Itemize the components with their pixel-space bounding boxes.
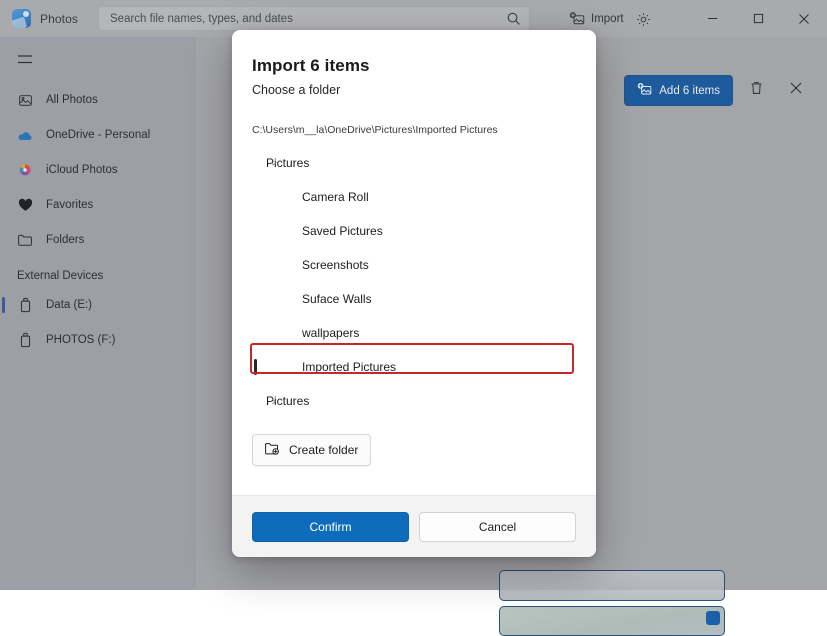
folder-tree: Pictures Camera Roll Saved Pictures Scre… bbox=[252, 146, 576, 418]
confirm-button[interactable]: Confirm bbox=[252, 512, 409, 542]
tree-item-imported-pictures[interactable]: Imported Pictures bbox=[252, 350, 576, 384]
create-folder-button-label: Create folder bbox=[289, 443, 358, 457]
tree-item-wallpapers[interactable]: wallpapers bbox=[252, 316, 576, 350]
tree-item-suface-walls[interactable]: Suface Walls bbox=[252, 282, 576, 316]
chevron-down-icon[interactable] bbox=[266, 159, 280, 168]
tree-item-label: Suface Walls bbox=[302, 292, 372, 306]
chevron-right-icon[interactable] bbox=[266, 397, 280, 406]
selected-checkbox-icon[interactable] bbox=[706, 611, 720, 625]
current-path-label: C:\Users\m__la\OneDrive\Pictures\Importe… bbox=[252, 124, 576, 136]
tree-item-saved-pictures[interactable]: Saved Pictures bbox=[252, 214, 576, 248]
tree-item-screenshots[interactable]: Screenshots bbox=[252, 248, 576, 282]
tree-item-pictures-second[interactable]: Pictures bbox=[252, 384, 576, 418]
dialog-footer: Confirm Cancel bbox=[232, 495, 596, 557]
new-folder-icon bbox=[264, 441, 280, 459]
dialog-title: Import 6 items bbox=[252, 56, 576, 76]
dialog-subtitle: Choose a folder bbox=[252, 83, 576, 97]
tree-item-camera-roll[interactable]: Camera Roll bbox=[252, 180, 576, 214]
tree-item-label: wallpapers bbox=[302, 326, 359, 340]
tree-item-label: Screenshots bbox=[302, 258, 369, 272]
import-folder-dialog: Import 6 items Choose a folder C:\Users\… bbox=[232, 30, 596, 557]
dialog-body: Import 6 items Choose a folder C:\Users\… bbox=[232, 30, 596, 495]
tree-item-label: Imported Pictures bbox=[302, 360, 396, 374]
tree-item-pictures-root[interactable]: Pictures bbox=[252, 146, 576, 180]
photo-thumbnail-card[interactable] bbox=[499, 606, 725, 636]
tree-item-label: Saved Pictures bbox=[302, 224, 383, 238]
cancel-button[interactable]: Cancel bbox=[419, 512, 576, 542]
create-folder-button[interactable]: Create folder bbox=[252, 434, 371, 466]
tree-item-label: Camera Roll bbox=[302, 190, 369, 204]
